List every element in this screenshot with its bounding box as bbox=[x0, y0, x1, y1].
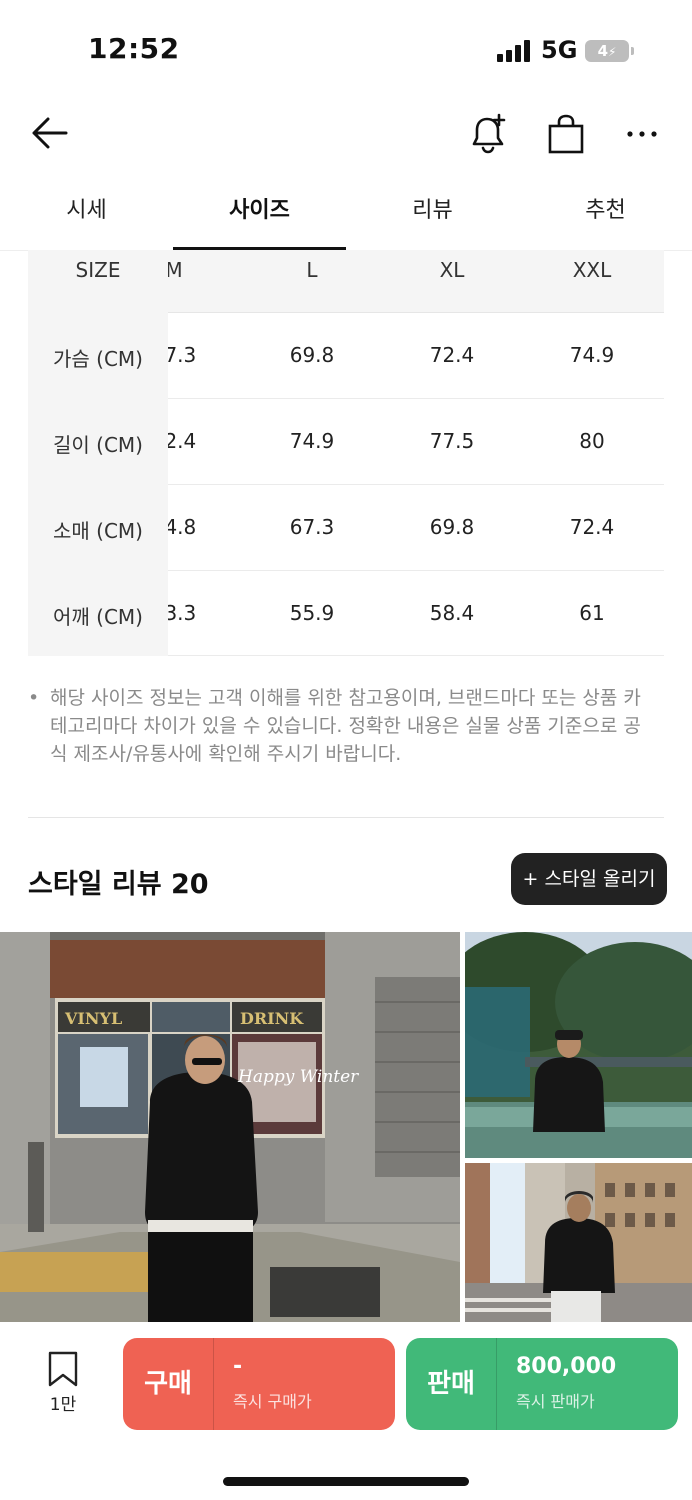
bookmark-button[interactable]: 1만 bbox=[40, 1350, 86, 1420]
buy-price: - bbox=[233, 1354, 243, 1379]
size-header-label: SIZE bbox=[75, 258, 121, 282]
network-type: 5G bbox=[541, 36, 578, 64]
table-cell: 69.8 bbox=[289, 343, 335, 367]
table-cell: 61 bbox=[579, 601, 605, 625]
row-label-length: 길이 (CM) bbox=[53, 433, 143, 457]
upload-style-button[interactable]: + 스타일 올리기 bbox=[511, 853, 667, 905]
table-cell: 55.9 bbox=[289, 601, 335, 625]
sell-price: 800,000 bbox=[516, 1354, 617, 1379]
battery-cap bbox=[631, 47, 634, 55]
buy-button[interactable]: 구매 - 즉시 구매가 bbox=[123, 1338, 395, 1430]
row-label-shoulder: 어깨 (CM) bbox=[53, 605, 143, 629]
bookmark-icon bbox=[48, 1351, 78, 1387]
table-cell: 72.4 bbox=[569, 515, 615, 539]
buy-label: 구매 bbox=[144, 1369, 192, 1399]
buy-separator bbox=[213, 1338, 214, 1430]
row-label-sleeve: 소매 (CM) bbox=[53, 519, 143, 543]
back-arrow-icon[interactable] bbox=[28, 112, 72, 156]
notice-text: 해당 사이즈 정보는 고객 이해를 위한 참고용이며, 브랜드마다 또는 상품 … bbox=[50, 687, 641, 765]
bell-plus-icon[interactable] bbox=[466, 110, 510, 156]
size-table[interactable]: SIZE M L XL XXL 가슴 (CM) 67.3 69.8 72.4 7… bbox=[28, 250, 664, 656]
table-cell: 67.3 bbox=[289, 515, 335, 539]
more-options-icon[interactable] bbox=[620, 112, 664, 156]
table-cell: 74.9 bbox=[289, 429, 335, 453]
table-cell: 74.9 bbox=[569, 343, 615, 367]
tab-recommend[interactable]: 추천 bbox=[519, 180, 692, 248]
table-cell: 80 bbox=[579, 429, 605, 453]
tab-review[interactable]: 리뷰 bbox=[346, 180, 519, 248]
sell-separator bbox=[496, 1338, 497, 1430]
tab-bar: 시세 사이즈 리뷰 추천 bbox=[0, 180, 692, 251]
table-cell: 58.4 bbox=[429, 601, 475, 625]
style-review-title: 스타일 리뷰 20 bbox=[28, 869, 209, 900]
table-cell: 72.4 bbox=[429, 343, 475, 367]
battery-icon: 4⚡ bbox=[585, 40, 629, 62]
cellular-signal-icon bbox=[497, 40, 531, 62]
style-photo-2[interactable] bbox=[465, 932, 692, 1158]
table-cell: 77.5 bbox=[429, 429, 475, 453]
notice-bullet: • bbox=[28, 687, 40, 709]
home-indicator[interactable] bbox=[223, 1477, 469, 1486]
sell-label: 판매 bbox=[427, 1369, 475, 1399]
size-notice: • 해당 사이즈 정보는 고객 이해를 위한 참고용이며, 브랜드마다 또는 상… bbox=[28, 684, 658, 768]
style-photo-3[interactable] bbox=[465, 1163, 692, 1323]
row-label-chest: 가슴 (CM) bbox=[53, 347, 143, 371]
vinyl-sign: VINYL bbox=[64, 1009, 122, 1028]
drink-sign: DRINK bbox=[240, 1009, 304, 1028]
shopping-bag-icon[interactable] bbox=[544, 112, 588, 156]
battery-level: 4 bbox=[597, 42, 608, 60]
tab-size[interactable]: 사이즈 bbox=[173, 180, 346, 250]
size-col-xl: XL bbox=[439, 258, 465, 282]
buy-sub-label: 즉시 구매가 bbox=[233, 1392, 312, 1411]
tab-price[interactable]: 시세 bbox=[0, 180, 173, 248]
sell-sub-label: 즉시 판매가 bbox=[516, 1392, 595, 1411]
status-time: 12:52 bbox=[88, 32, 180, 65]
window-lettering: Happy Winter bbox=[237, 1067, 359, 1087]
size-col-l: L bbox=[306, 258, 318, 282]
section-divider bbox=[28, 817, 664, 818]
table-cell: 69.8 bbox=[429, 515, 475, 539]
size-col-xxl: XXL bbox=[572, 258, 612, 282]
style-photo-main[interactable]: VINYL DRINK Happy Winter bbox=[0, 932, 460, 1322]
sell-button[interactable]: 판매 800,000 즉시 판매가 bbox=[406, 1338, 678, 1430]
bookmark-count: 1만 bbox=[49, 1395, 77, 1415]
status-bar: 12:52 5G 4⚡ bbox=[0, 0, 692, 100]
